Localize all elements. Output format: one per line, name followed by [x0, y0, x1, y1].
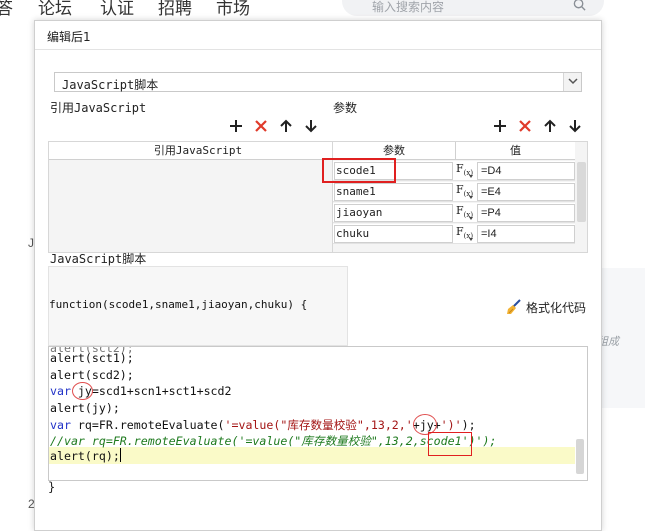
script-type-select[interactable]: JavaScript脚本: [54, 72, 582, 92]
search-placeholder: 输入搜索内容: [372, 0, 445, 14]
current-line-highlight: [49, 447, 575, 464]
param-row[interactable]: jiaoyan F(x) =P4: [333, 203, 575, 223]
chevron-down-icon: [568, 78, 578, 85]
formula-icon[interactable]: F(x): [456, 183, 476, 201]
format-code-button[interactable]: 格式化代码: [505, 298, 593, 316]
format-code-label: 格式化代码: [526, 301, 587, 315]
text-caret: [120, 448, 121, 462]
param-value-field[interactable]: =I4: [477, 225, 575, 243]
ref-js-table-header: 引用JavaScript: [49, 142, 347, 160]
code-line: var rq=FR.remoteEvaluate('=value("库存数量校验…: [50, 417, 476, 433]
code-text: );: [461, 418, 476, 432]
add-param-icon[interactable]: [492, 118, 508, 134]
param-name: chuku: [336, 227, 370, 240]
param-name: jiaoyan: [336, 206, 383, 219]
formula-icon[interactable]: F(x): [456, 204, 476, 222]
param-row[interactable]: sname1 F(x) =E4: [333, 182, 575, 202]
closing-brace: }: [48, 480, 56, 494]
move-up-icon[interactable]: [278, 118, 294, 134]
edit-dialog: 编辑后1 JavaScript脚本 引用JavaScript 参数 引用Java…: [34, 20, 602, 531]
keyword: var: [50, 384, 71, 398]
code-line: alert(jy);: [50, 401, 120, 415]
formula-icon[interactable]: F(x): [456, 225, 476, 243]
delete-icon[interactable]: [253, 118, 269, 134]
nav-item-jobs[interactable]: 招聘: [158, 0, 192, 19]
code-line: alert(sct1);: [50, 351, 134, 365]
nav-item-market[interactable]: 市场: [216, 0, 250, 19]
delete-param-icon[interactable]: [517, 118, 533, 134]
title-divider: [35, 49, 601, 50]
param-value-field[interactable]: =P4: [477, 204, 575, 222]
script-label: JavaScript脚本: [50, 252, 147, 266]
code-editor[interactable]: alert(sct2); alert(sct1); alert(scd2); v…: [48, 346, 588, 481]
keyword: var: [50, 418, 71, 432]
formula-icon[interactable]: F(x): [456, 162, 476, 180]
nav-item-cert[interactable]: 认证: [100, 0, 134, 19]
code-line: alert(scd2);: [50, 368, 134, 382]
nav-item-forum[interactable]: 论坛: [38, 0, 72, 19]
code-text: rq=FR.remoteEvaluate(: [70, 418, 225, 432]
param-up-icon[interactable]: [542, 118, 558, 134]
code-text: jy=scd1+scn1+sct1+scd2: [70, 384, 232, 398]
params-label: 参数: [333, 101, 358, 115]
param-value-field[interactable]: =D4: [477, 162, 575, 180]
param-value-header: 值: [510, 144, 521, 157]
search-icon[interactable]: [573, 0, 586, 11]
editor-scrollbar[interactable]: [576, 439, 584, 474]
string-literal: ')': [440, 418, 462, 432]
params-scrollbar[interactable]: [577, 162, 586, 222]
formula-dropdown-icon[interactable]: [469, 217, 473, 220]
param-row[interactable]: chuku F(x) =I4: [333, 224, 575, 244]
nav-item-answer[interactable]: 答: [0, 0, 13, 19]
annotation-circle: [72, 382, 93, 400]
ref-js-table[interactable]: 引用JavaScript: [48, 141, 348, 253]
script-type-value: JavaScript脚本: [62, 78, 159, 92]
add-icon[interactable]: [228, 118, 244, 134]
function-signature: function(scode1,sname1,jiaoyan,chuku) {: [49, 298, 308, 311]
move-down-icon[interactable]: [303, 118, 319, 134]
broom-icon: [507, 299, 521, 314]
ref-js-label: 引用JavaScript: [50, 101, 147, 115]
annotation-box: [428, 432, 472, 456]
param-down-icon[interactable]: [567, 118, 583, 134]
code-line: alert(rq);: [50, 449, 120, 463]
param-name: sname1: [336, 185, 376, 198]
param-value-field[interactable]: =E4: [477, 183, 575, 201]
formula-dropdown-icon[interactable]: [469, 196, 473, 199]
annotation-box: [322, 158, 396, 183]
search-input[interactable]: 输入搜索内容: [342, 0, 604, 16]
formula-dropdown-icon[interactable]: [469, 175, 473, 178]
dialog-title: 编辑后1: [47, 30, 91, 44]
string-literal: '=value("库存数量校验",13,2,': [224, 418, 413, 432]
dropdown-button[interactable]: [563, 73, 581, 91]
formula-dropdown-icon[interactable]: [469, 238, 473, 241]
